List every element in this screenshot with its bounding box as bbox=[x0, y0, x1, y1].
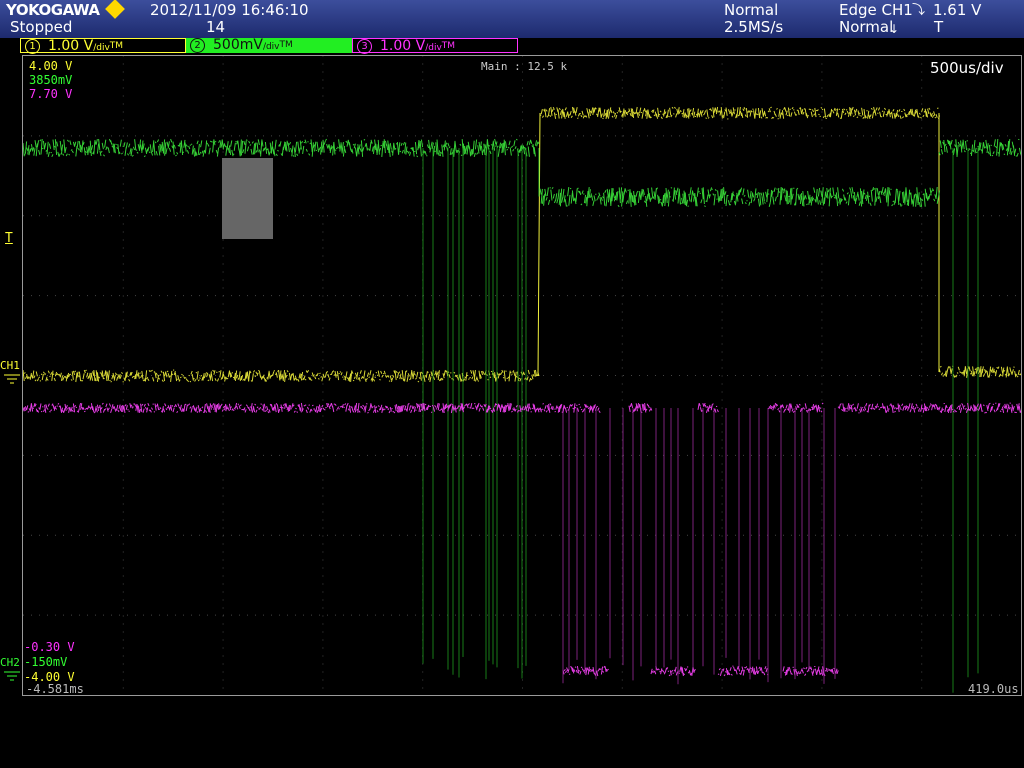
timebase: 500us/div bbox=[930, 59, 1004, 77]
ch1-marker[interactable]: CH1 bbox=[0, 359, 20, 373]
channel-2-scale: 500mV bbox=[213, 37, 263, 53]
ch3-top-value: 7.70 V bbox=[29, 87, 73, 101]
falling-edge-icon: ⤵ bbox=[912, 3, 926, 18]
channel-2-suffix: TM bbox=[279, 40, 293, 50]
time-left: -4.581ms bbox=[26, 682, 84, 696]
brand-logo: YOKOGAWA bbox=[6, 1, 100, 19]
diamond-icon bbox=[105, 0, 125, 19]
acquisition-count: 14 bbox=[206, 18, 226, 36]
trigger-position-mark: T bbox=[934, 18, 944, 36]
channel-3-scale: 1.00 V bbox=[380, 38, 426, 54]
ch2-trace-low bbox=[539, 186, 941, 208]
channel-3-suffix: TM bbox=[441, 41, 456, 51]
channel-2-unit: /div bbox=[262, 42, 280, 52]
channel-bar: 1 1.00 V/divTM 2 500mV/divTM 3 1.00 V/divTM bbox=[0, 38, 1024, 55]
channel-2-setting[interactable]: 2 500mV/divTM bbox=[186, 38, 352, 53]
ch2-spikes-left bbox=[422, 148, 527, 680]
trigger-mode: Normal bbox=[839, 18, 894, 36]
channel-3-setting[interactable]: 3 1.00 V/divTM bbox=[352, 38, 518, 54]
zoom-window-box[interactable] bbox=[222, 158, 273, 239]
run-status: Stopped bbox=[10, 18, 73, 36]
ch2-spikes-right bbox=[952, 148, 979, 693]
trigger-level-marker[interactable]: T bbox=[5, 232, 13, 246]
arrow-down-icon: ↓ bbox=[889, 22, 900, 36]
main-record-length: Main : 12.5 k bbox=[481, 60, 568, 73]
ch1-ground-icon bbox=[4, 374, 20, 384]
ch2-top-value: 3850mV bbox=[29, 73, 73, 87]
status-bar: YOKOGAWA Stopped 2012/11/09 16:46:10 14 … bbox=[0, 0, 1024, 38]
channel-1-suffix: TM bbox=[109, 41, 124, 51]
channel-2-number: 2 bbox=[190, 38, 205, 53]
trigger-level: 1.61 V bbox=[933, 1, 982, 19]
datetime: 2012/11/09 16:46:10 bbox=[150, 1, 309, 19]
ch3-trace-low bbox=[562, 665, 839, 677]
channel-1-unit: /div bbox=[93, 43, 110, 53]
channel-3-number: 3 bbox=[357, 39, 372, 54]
sample-rate: 2.5MS/s bbox=[724, 18, 784, 36]
waveform-canvas bbox=[23, 56, 1021, 693]
trigger-type: Edge CH1 bbox=[839, 1, 913, 19]
channel-1-scale: 1.00 V bbox=[48, 38, 94, 54]
channel-1-number: 1 bbox=[25, 39, 40, 54]
channel-3-unit: /div bbox=[425, 43, 442, 53]
channel-1-setting[interactable]: 1 1.00 V/divTM bbox=[20, 38, 186, 54]
ch1-trace-high bbox=[539, 106, 941, 120]
ch2-bottom-value: -150mV bbox=[24, 655, 68, 669]
acquisition-mode: Normal bbox=[724, 1, 779, 19]
waveform-display[interactable] bbox=[22, 55, 1022, 696]
ch1-edges bbox=[537, 112, 940, 377]
ch2-ground-icon bbox=[4, 671, 20, 681]
ch1-top-value: 4.00 V bbox=[29, 59, 73, 73]
ch3-transitions bbox=[562, 408, 836, 685]
ch2-marker[interactable]: CH2 bbox=[0, 656, 20, 670]
time-right: 419.0us bbox=[968, 682, 1019, 696]
ch3-bottom-value: -0.30 V bbox=[24, 640, 75, 654]
